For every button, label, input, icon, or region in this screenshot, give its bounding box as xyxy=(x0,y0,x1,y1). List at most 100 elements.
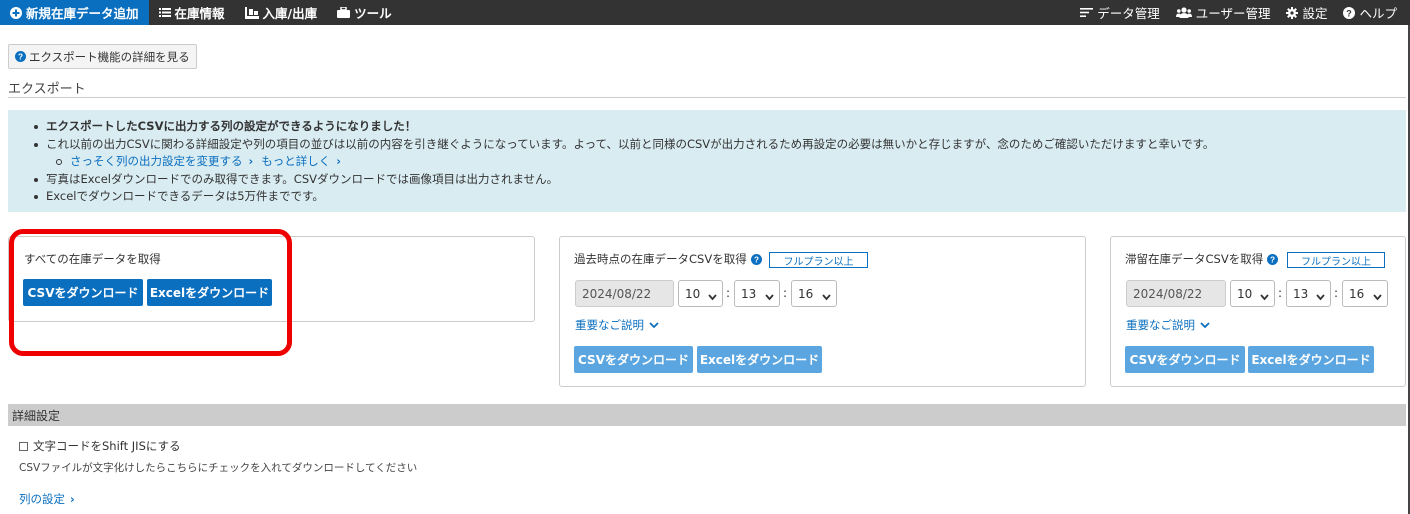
stale-stock-panel: 滞留在庫データCSVを取得 ? フルプラン以上 2024/08/22 10 : … xyxy=(1110,236,1406,387)
top-navigation-bar: 新規在庫データ追加 在庫情報 入庫/出庫 ツール データ管理 ユーザー管理 設定… xyxy=(0,0,1410,25)
all-csv-download-button[interactable]: CSVをダウンロード xyxy=(23,279,143,306)
nav-user-management-label: ユーザー管理 xyxy=(1195,6,1271,21)
info-sub-links: さっそく列の出力設定を変更する › もっと詳しく › xyxy=(34,153,1406,171)
stale-important-notes-label: 重要なご説明 xyxy=(1126,318,1195,332)
nav-left-group: 新規在庫データ追加 在庫情報 入庫/出庫 ツール xyxy=(0,0,402,25)
stale-hour-value: 10 xyxy=(1237,286,1253,301)
learn-more-link[interactable]: もっと詳しく xyxy=(261,154,330,168)
nav-stock-info-label: 在庫情報 xyxy=(174,6,225,21)
info-notice: エクスポートしたCSVに出力する列の設定ができるようになりました！ これ以前の出… xyxy=(8,110,1406,212)
nav-settings[interactable]: 設定 xyxy=(1278,0,1335,25)
nav-user-management[interactable]: ユーザー管理 xyxy=(1168,0,1279,25)
past-important-notes-toggle[interactable]: 重要なご説明 xyxy=(575,317,659,333)
svg-text:?: ? xyxy=(754,255,759,264)
info-list: エクスポートしたCSVに出力する列の設定ができるようになりました！ これ以前の出… xyxy=(34,118,1406,153)
info-item: エクスポートしたCSVに出力する列の設定ができるようになりました！ xyxy=(34,118,1406,136)
data-lines-icon xyxy=(1080,7,1094,18)
nav-in-out-label: 入庫/出庫 xyxy=(262,6,318,21)
help-icon[interactable]: ? xyxy=(1267,253,1279,265)
chevron-down-icon xyxy=(822,290,831,304)
nav-add-stock[interactable]: 新規在庫データ追加 xyxy=(0,0,149,25)
past-date-field[interactable]: 2024/08/22 xyxy=(575,280,674,307)
nav-tools[interactable]: ツール xyxy=(327,0,402,25)
all-excel-download-button[interactable]: Excelをダウンロード xyxy=(147,279,272,306)
export-details-button[interactable]: ? エクスポート機能の詳細を見る xyxy=(8,44,197,69)
nav-help-label: ヘルプ xyxy=(1359,6,1397,21)
past-second-select[interactable]: 16 xyxy=(791,280,837,307)
title-divider xyxy=(8,97,1406,98)
toolbox-icon xyxy=(337,7,351,18)
chevron-down-icon xyxy=(708,290,717,304)
stale-excel-download-button[interactable]: Excelをダウンロード xyxy=(1248,346,1374,373)
past-csv-download-button[interactable]: CSVをダウンロード xyxy=(574,346,693,373)
nav-add-stock-label: 新規在庫データ追加 xyxy=(26,6,139,21)
advanced-settings-header: 詳細設定 xyxy=(8,404,1406,426)
past-excel-download-button[interactable]: Excelをダウンロード xyxy=(697,346,822,373)
inout-icon xyxy=(244,6,259,19)
help-icon: ? xyxy=(1343,6,1356,19)
nav-tools-label: ツール xyxy=(354,6,392,21)
nav-right-group: データ管理 ユーザー管理 設定 ? ヘルプ xyxy=(1072,0,1410,25)
info-item: これ以前の出力CSVに関わる詳細設定や列の項目の並びは以前の内容を引き継ぐように… xyxy=(34,136,1406,154)
chevron-down-icon xyxy=(649,321,659,328)
past-hour-value: 10 xyxy=(685,286,701,301)
past-minute-select[interactable]: 13 xyxy=(734,280,780,307)
stale-minute-select[interactable]: 13 xyxy=(1286,280,1331,307)
help-icon[interactable]: ? xyxy=(750,253,762,265)
info-list-2: 写真はExcelダウンロードでのみ取得できます。CSVダウンロードでは画像項目は… xyxy=(34,171,1406,206)
column-settings-label: 列の設定 xyxy=(19,492,65,506)
stale-minute-value: 13 xyxy=(1293,286,1309,301)
plan-badge: フルプラン以上 xyxy=(769,252,868,268)
list-icon xyxy=(158,7,171,18)
past-data-heading: 過去時点の在庫データCSVを取得 ? xyxy=(574,251,762,267)
nav-help[interactable]: ? ヘルプ xyxy=(1335,0,1410,25)
chevron-down-icon xyxy=(1200,321,1210,328)
time-separator: : xyxy=(726,286,731,300)
chevron-down-icon xyxy=(765,290,774,304)
help-icon: ? xyxy=(15,51,26,62)
time-separator: : xyxy=(1334,286,1339,300)
svg-text:?: ? xyxy=(1347,8,1353,18)
stale-stock-heading-label: 滞留在庫データCSVを取得 xyxy=(1125,252,1264,266)
gear-icon xyxy=(1286,6,1299,19)
chevron-right-icon: › xyxy=(336,154,341,168)
svg-text:?: ? xyxy=(1270,255,1275,264)
stale-second-value: 16 xyxy=(1349,286,1365,301)
stale-hour-select[interactable]: 10 xyxy=(1230,280,1275,307)
chevron-down-icon xyxy=(1316,290,1325,304)
all-data-panel: すべての在庫データを取得 CSVをダウンロード Excelをダウンロード xyxy=(8,236,535,322)
chevron-down-icon xyxy=(1260,290,1269,304)
nav-data-management[interactable]: データ管理 xyxy=(1072,0,1168,25)
stale-date-field[interactable]: 2024/08/22 xyxy=(1126,280,1226,307)
past-important-notes-label: 重要なご説明 xyxy=(575,318,644,332)
stale-csv-download-button[interactable]: CSVをダウンロード xyxy=(1125,346,1245,373)
info-item: Excelでダウンロードできるデータは5万件までです。 xyxy=(34,188,1406,206)
shift-jis-label[interactable]: 文字コードをShift JISにする xyxy=(33,438,181,454)
shift-jis-checkbox[interactable] xyxy=(19,441,28,451)
nav-in-out[interactable]: 入庫/出庫 xyxy=(235,0,328,25)
nav-settings-label: 設定 xyxy=(1302,6,1328,21)
plus-circle-icon xyxy=(10,6,22,19)
chevron-right-icon: › xyxy=(248,154,254,168)
svg-text:?: ? xyxy=(18,53,23,62)
all-data-heading: すべての在庫データを取得 xyxy=(24,252,161,266)
past-hour-select[interactable]: 10 xyxy=(678,280,723,307)
past-minute-value: 13 xyxy=(741,286,757,301)
stale-second-select[interactable]: 16 xyxy=(1342,280,1388,307)
shift-jis-option[interactable]: 文字コードをShift JISにする xyxy=(19,438,181,454)
nav-stock-info[interactable]: 在庫情報 xyxy=(149,0,235,25)
stale-stock-heading: 滞留在庫データCSVを取得 ? xyxy=(1125,251,1279,267)
past-data-panel: 過去時点の在庫データCSVを取得 ? フルプラン以上 2024/08/22 10… xyxy=(559,236,1086,387)
past-second-value: 16 xyxy=(798,286,814,301)
stale-important-notes-toggle[interactable]: 重要なご説明 xyxy=(1126,317,1210,333)
nav-data-management-label: データ管理 xyxy=(1097,6,1160,21)
column-settings-link[interactable]: 列の設定 › xyxy=(19,491,75,507)
plan-badge: フルプラン以上 xyxy=(1287,252,1385,268)
chevron-right-icon: › xyxy=(70,492,75,506)
past-data-heading-label: 過去時点の在庫データCSVを取得 xyxy=(574,252,747,266)
time-separator: : xyxy=(783,286,788,300)
info-item: 写真はExcelダウンロードでのみ取得できます。CSVダウンロードでは画像項目は… xyxy=(34,171,1406,189)
page-title: エクスポート xyxy=(8,82,86,97)
export-details-label: エクスポート機能の詳細を見る xyxy=(29,49,190,64)
change-column-output-link[interactable]: さっそく列の出力設定を変更する xyxy=(70,154,243,168)
